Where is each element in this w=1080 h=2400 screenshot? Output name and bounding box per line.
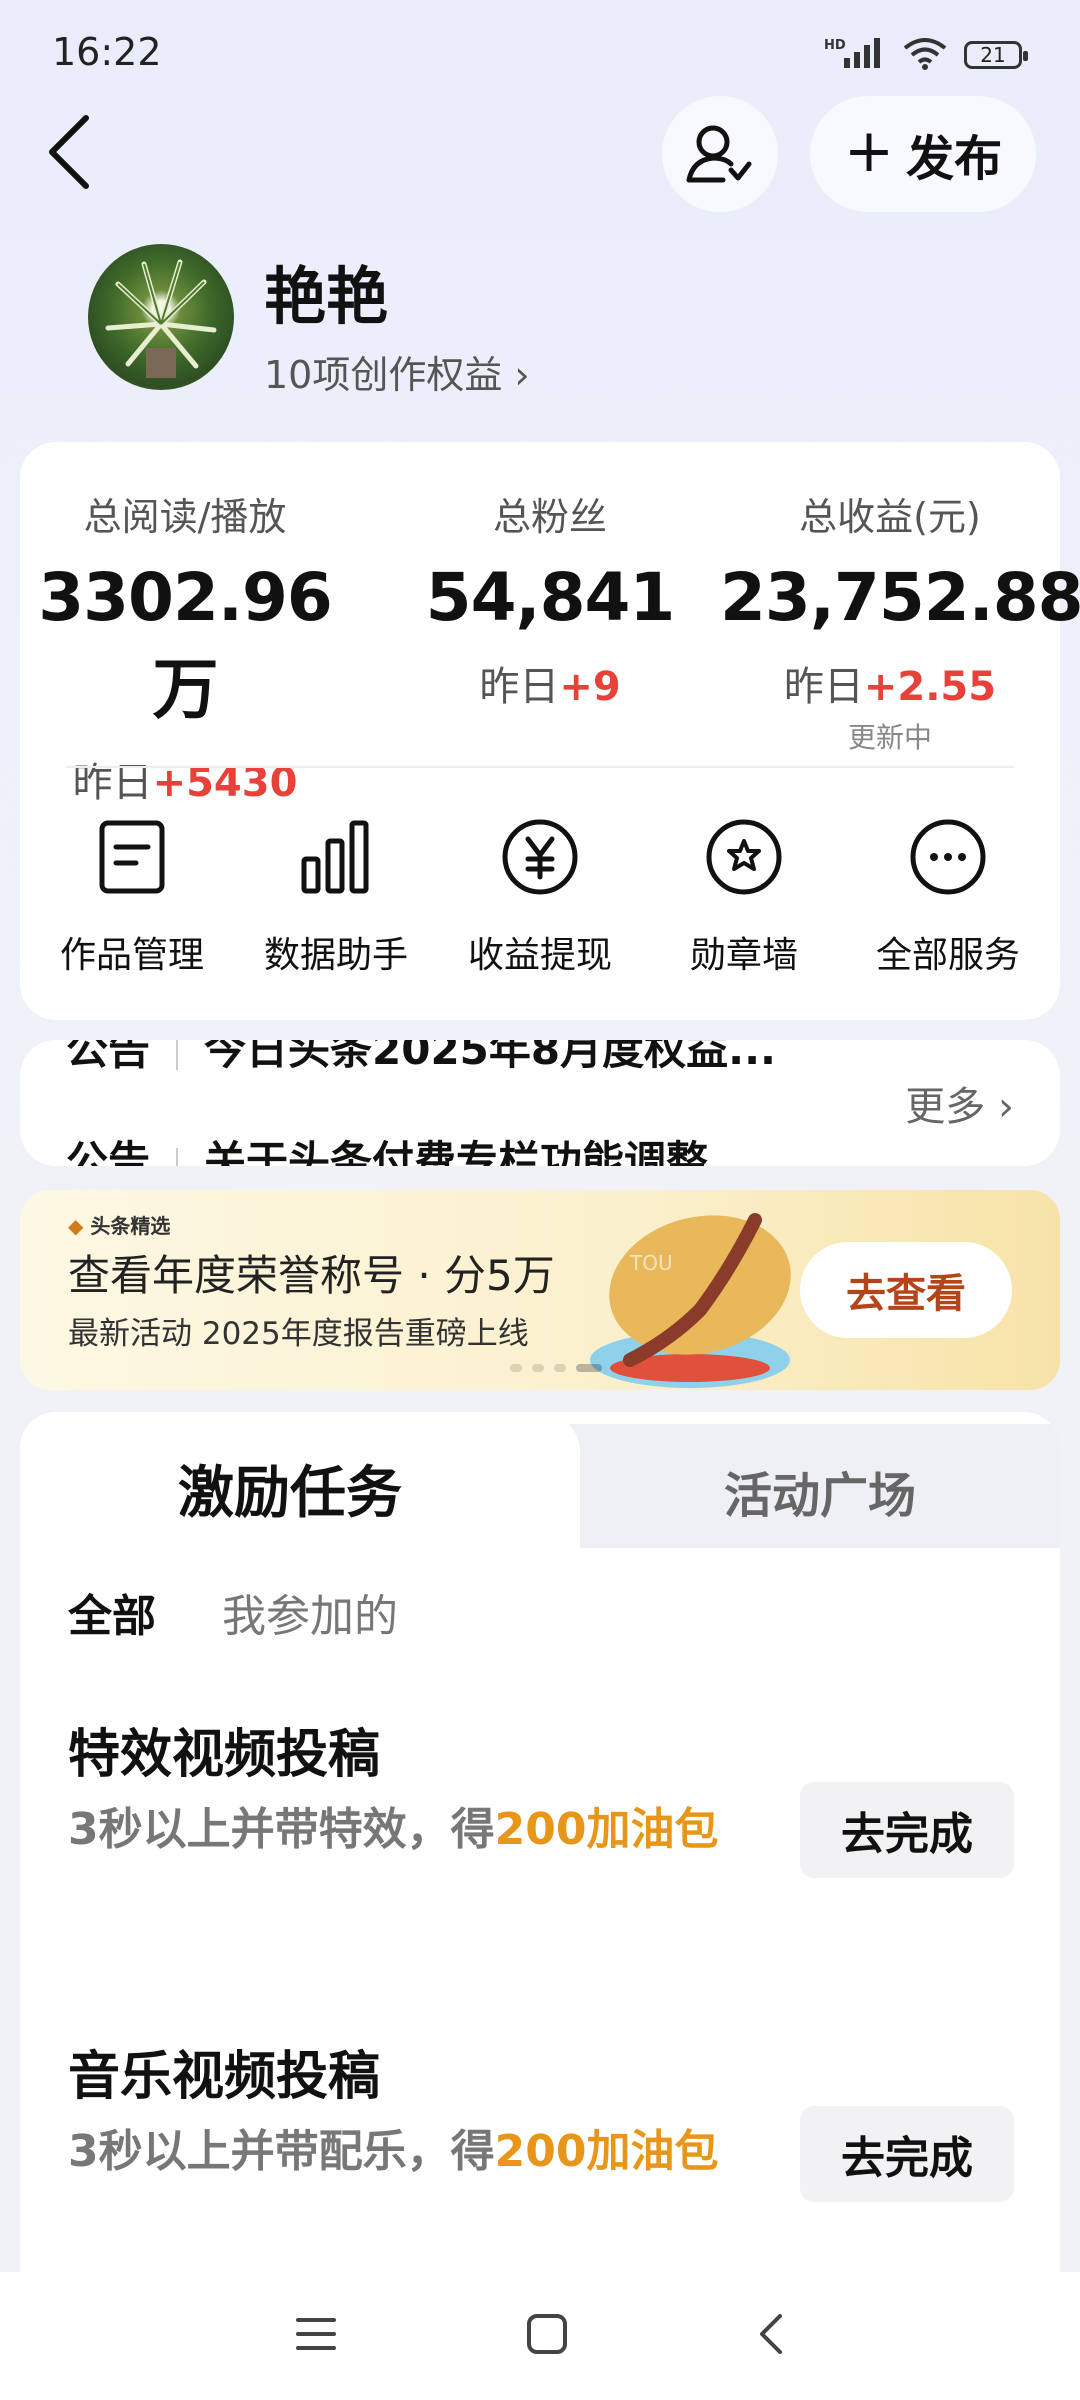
filter-all[interactable]: 全部 bbox=[68, 1580, 156, 1644]
stat-value: 23,752.88 bbox=[720, 559, 1080, 636]
banner-illustration: TOU bbox=[590, 1213, 791, 1388]
stat-value: 3302.96万 bbox=[38, 559, 333, 728]
stat-total-fans[interactable]: 总粉丝 54,841 昨日+9 bbox=[400, 486, 700, 712]
stat-label: 总收益(元) bbox=[799, 495, 981, 539]
banner-subtitle: 最新活动 2025年度报告重磅上线 bbox=[68, 1316, 529, 1352]
tab-activity-plaza[interactable]: 活动广场 bbox=[580, 1456, 1060, 1526]
service-data-assistant[interactable]: 数据助手 bbox=[236, 812, 436, 978]
system-nav-bar bbox=[0, 2272, 1080, 2400]
service-grid: 作品管理 数据助手 收益提现 勋章墙 全部服务 bbox=[20, 812, 1060, 978]
service-label: 收益提现 bbox=[467, 935, 612, 976]
stat-label: 总粉丝 bbox=[492, 495, 607, 539]
user-check-icon bbox=[686, 125, 752, 183]
home-icon[interactable] bbox=[525, 2312, 569, 2360]
status-icons: HD 21 bbox=[824, 36, 1028, 74]
service-all[interactable]: 全部服务 bbox=[848, 812, 1048, 978]
yuan-icon bbox=[440, 812, 640, 902]
service-label: 作品管理 bbox=[59, 935, 204, 976]
battery-icon: 21 bbox=[964, 41, 1028, 69]
promo-banner[interactable]: ◆ 头条精选 查看年度荣誉称号 · 分5万 最新活动 2025年度报告重磅上线 … bbox=[20, 1190, 1060, 1390]
signal-icon: HD bbox=[824, 36, 886, 74]
divider bbox=[66, 766, 1014, 768]
view-button[interactable]: 去查看 bbox=[800, 1242, 1012, 1338]
chevron-left-icon bbox=[49, 115, 89, 189]
wifi-icon bbox=[902, 36, 948, 74]
announcement-card[interactable]: 公告 今日头条2025年8月度权益... 更多 › 公告 关于头条付费专栏功能调整 bbox=[20, 1040, 1060, 1166]
task-desc: 3秒以上并带特效，得200加油包 bbox=[68, 1804, 719, 1855]
service-label: 全部服务 bbox=[875, 935, 1020, 976]
announcement-item[interactable]: 公告 关于头条付费专栏功能调整 bbox=[66, 1128, 708, 1166]
stat-value: 54,841 bbox=[425, 559, 676, 636]
creator-benefits-link[interactable]: 10项创作权益 › bbox=[264, 344, 530, 399]
stat-delta: 昨日+9 bbox=[479, 664, 621, 710]
stat-total-income[interactable]: 总收益(元) 23,752.88 昨日+2.55 更新中 bbox=[720, 486, 1080, 756]
back-nav-icon[interactable] bbox=[756, 2312, 786, 2360]
stat-total-reads[interactable]: 总阅读/播放 3302.96万 昨日+5430 bbox=[20, 486, 350, 808]
fans-button[interactable] bbox=[662, 96, 778, 212]
incentive-tasks-section: 激励任务 活动广场 全部 我参加的 特效视频投稿 3秒以上并带特效，得200加油… bbox=[20, 1412, 1060, 2272]
service-works-management[interactable]: 作品管理 bbox=[32, 812, 232, 978]
bar-chart-icon bbox=[236, 812, 436, 902]
stat-delta: 昨日+5430 bbox=[72, 760, 298, 806]
svg-text:HD: HD bbox=[824, 38, 846, 53]
task-title: 特效视频投稿 bbox=[68, 1725, 381, 1785]
more-link[interactable]: 更多 › bbox=[905, 1074, 1014, 1132]
complete-button[interactable]: 去完成 bbox=[800, 2106, 1014, 2202]
menu-icon[interactable] bbox=[294, 2314, 338, 2358]
service-label: 勋章墙 bbox=[689, 935, 798, 976]
stat-label: 总阅读/播放 bbox=[83, 495, 287, 539]
back-button[interactable] bbox=[40, 112, 110, 192]
service-income-withdraw[interactable]: 收益提现 bbox=[440, 812, 640, 978]
banner-tag: ◆ 头条精选 bbox=[68, 1214, 171, 1238]
publish-button[interactable]: + 发布 bbox=[810, 96, 1036, 212]
stats-card: 总阅读/播放 3302.96万 昨日+5430 总粉丝 54,841 昨日+9 … bbox=[20, 442, 1080, 1020]
task-desc: 3秒以上并带配乐，得200加油包 bbox=[68, 2126, 719, 2177]
carousel-dots bbox=[510, 1364, 602, 1372]
task-title: 音乐视频投稿 bbox=[68, 2047, 381, 2107]
complete-button[interactable]: 去完成 bbox=[800, 1782, 1014, 1878]
more-icon bbox=[848, 812, 1048, 902]
tab-label: 激励任务 bbox=[178, 1461, 402, 1526]
svg-text:TOU: TOU bbox=[629, 1251, 673, 1275]
avatar[interactable] bbox=[88, 244, 234, 390]
announcement-item[interactable]: 公告 今日头条2025年8月度权益... bbox=[66, 1040, 776, 1077]
service-medal-wall[interactable]: 勋章墙 bbox=[644, 812, 844, 978]
banner-title: 查看年度荣誉称号 · 分5万 bbox=[68, 1251, 555, 1300]
plus-icon: + bbox=[843, 116, 895, 186]
publish-label: 发布 bbox=[906, 131, 1003, 187]
avatar-image bbox=[105, 259, 217, 378]
service-label: 数据助手 bbox=[263, 935, 408, 976]
stat-delta: 昨日+2.55 bbox=[783, 664, 997, 710]
document-icon bbox=[32, 812, 232, 902]
medal-icon bbox=[644, 812, 844, 902]
tab-incentive-tasks[interactable]: 激励任务 bbox=[20, 1412, 580, 1548]
filter-joined[interactable]: 我参加的 bbox=[222, 1580, 398, 1644]
username: 艳艳 bbox=[264, 260, 389, 333]
status-time: 16:22 bbox=[52, 30, 162, 74]
updating-note: 更新中 bbox=[847, 721, 932, 754]
